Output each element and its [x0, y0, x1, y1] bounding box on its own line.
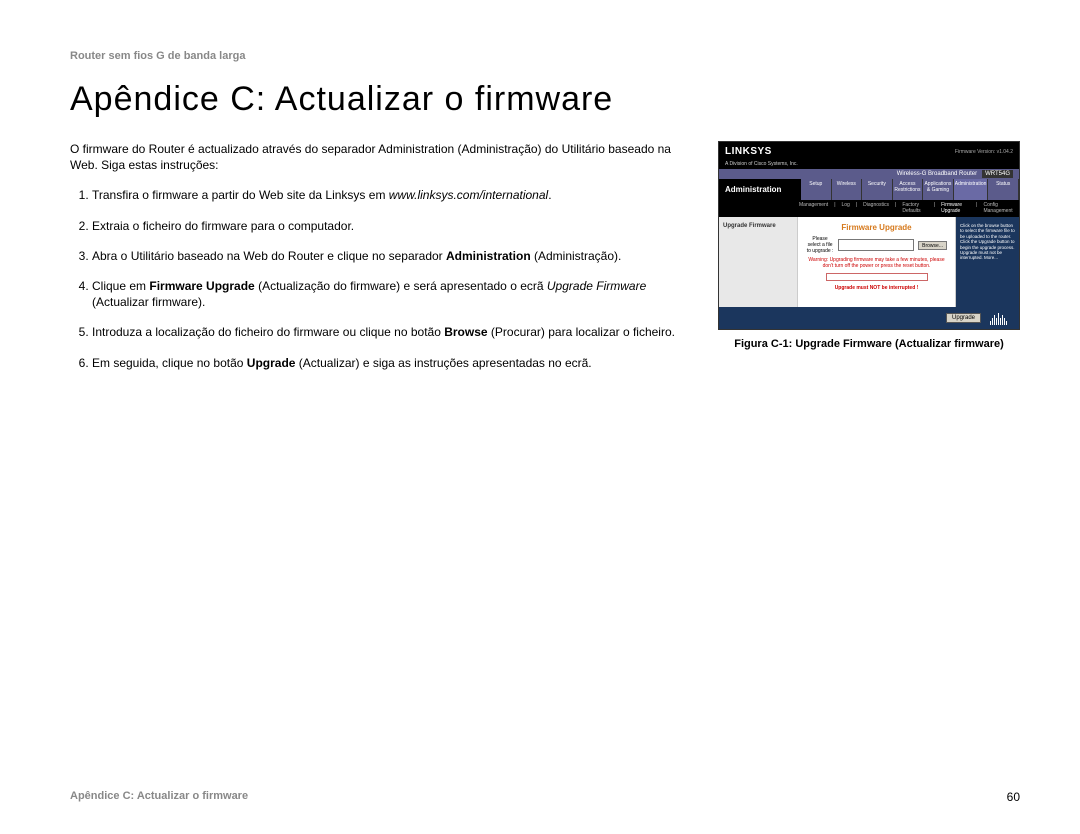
tab-wireless[interactable]: Wireless [832, 179, 863, 200]
step-4: Clique em Firmware Upgrade (Actualização… [92, 278, 688, 310]
help-panel: Click on the browse button to select the… [956, 217, 1019, 307]
figure-caption: Figura C-1: Upgrade Firmware (Actualizar… [718, 338, 1020, 350]
sub-navigation: Management | Log | Diagnostics | Factory… [719, 200, 1019, 217]
side-section-label: Upgrade Firmware [719, 217, 797, 307]
step-2: Extraia o ficheiro do firmware para o co… [92, 218, 688, 234]
page-number: 60 [1007, 790, 1020, 804]
subnav-diagnostics[interactable]: Diagnostics [863, 202, 889, 214]
instructions-column: O firmware do Router é actualizado atrav… [70, 141, 688, 385]
tab-applications-gaming[interactable]: Applications & Gaming [923, 179, 954, 200]
interrupt-warning: Upgrade must NOT be interrupted ! [806, 285, 947, 291]
step-6: Em seguida, clique no botão Upgrade (Act… [92, 355, 688, 371]
step-1: Transfira o firmware a partir do Web sit… [92, 187, 688, 203]
subnav-firmware-upgrade[interactable]: Firmware Upgrade [941, 202, 970, 214]
model-number: WRT54G [982, 170, 1013, 178]
firmware-version: Firmware Version: v1.04.2 [955, 149, 1013, 155]
active-section-label: Administration [719, 179, 801, 200]
subnav-config-management[interactable]: Config Management [983, 202, 1015, 214]
footer-section-title: Apêndice C: Actualizar o firmware [70, 790, 248, 804]
upgrade-button[interactable]: Upgrade [946, 313, 981, 323]
figure-column: LINKSYS Firmware Version: v1.04.2 A Divi… [718, 141, 1020, 385]
logo-subtitle: A Division of Cisco Systems, Inc. [719, 161, 1019, 169]
steps-list: Transfira o firmware a partir do Web sit… [70, 187, 688, 370]
tab-administration[interactable]: Administration [954, 179, 989, 200]
panel-title: Firmware Upgrade [806, 223, 947, 232]
intro-paragraph: O firmware do Router é actualizado atrav… [70, 141, 688, 173]
step-5: Introduza a localização do ficheiro do f… [92, 324, 688, 340]
file-select-label: Please select a file to upgrade : [806, 236, 834, 254]
tab-access-restrictions[interactable]: Access Restrictions [893, 179, 924, 200]
browse-button[interactable]: Browse... [918, 241, 947, 250]
cisco-logo-icon [987, 311, 1009, 325]
subnav-log[interactable]: Log [842, 202, 850, 214]
progress-bar [826, 273, 928, 281]
tab-setup[interactable]: Setup [801, 179, 832, 200]
step-3: Abra o Utilitário baseado na Web do Rout… [92, 248, 688, 264]
main-tabs: Setup Wireless Security Access Restricti… [801, 179, 1019, 200]
firmware-file-input[interactable] [838, 239, 914, 251]
subnav-management[interactable]: Management [799, 202, 828, 214]
product-header: Router sem fios G de banda larga [70, 50, 1020, 62]
tab-security[interactable]: Security [862, 179, 893, 200]
linksys-logo: LINKSYS [725, 146, 772, 157]
page-title: Apêndice C: Actualizar o firmware [70, 80, 1020, 119]
warning-text: Warning: Upgrading firmware may take a f… [806, 257, 947, 269]
router-ui-screenshot: LINKSYS Firmware Version: v1.04.2 A Divi… [718, 141, 1020, 330]
subnav-factory-defaults[interactable]: Factory Defaults [902, 202, 928, 214]
model-desc: Wireless-G Broadband Router [897, 171, 977, 177]
tab-status[interactable]: Status [988, 179, 1019, 200]
